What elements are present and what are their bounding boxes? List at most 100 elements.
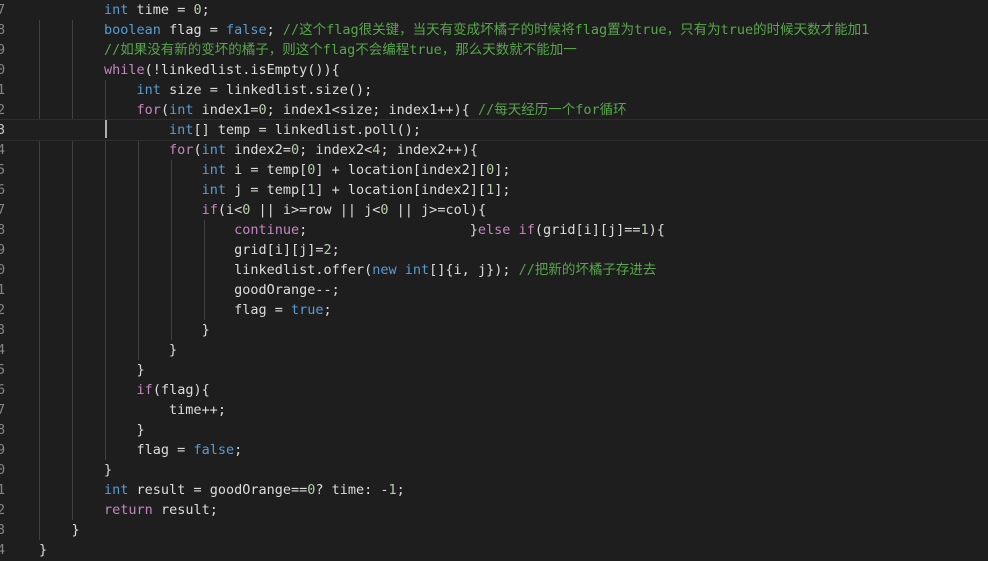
code-token: int xyxy=(169,102,194,118)
code-token: if xyxy=(136,382,153,398)
code-text: //如果没有新的变坏的橘子，则这个flag不会编程true，那么天数就不能加一 xyxy=(39,40,577,60)
code-line[interactable]: 7 if(i<0 || i>=row || j<0 || j>=col){ xyxy=(0,200,988,220)
code-line[interactable]: 9 //如果没有新的变坏的橘子，则这个flag不会编程true，那么天数就不能加… xyxy=(0,40,988,60)
code-token: ]; xyxy=(494,182,511,198)
code-token: boolean xyxy=(104,22,161,38)
code-line[interactable]: 4 } xyxy=(0,340,988,360)
code-line[interactable]: 3 } xyxy=(0,520,988,540)
code-line[interactable]: 9 flag = false; xyxy=(0,440,988,460)
code-token: ? time: - xyxy=(315,482,389,498)
line-number: 5 xyxy=(0,162,6,178)
code-editor[interactable]: 7 int time = 0; 8 boolean flag = false; /… xyxy=(0,0,988,561)
code-line[interactable]: 5 } xyxy=(0,360,988,380)
code-token: size = linkedlist.size(); xyxy=(160,82,373,98)
code-token: time = xyxy=(128,2,194,18)
line-number: 1 xyxy=(0,482,6,498)
code-line[interactable]: 3 } xyxy=(0,320,988,340)
code-token: for xyxy=(136,102,161,118)
code-line[interactable]: 8 boolean flag = false; //这个flag很关键，当天有变… xyxy=(0,20,988,40)
code-line[interactable]: 2 flag = true; xyxy=(0,300,988,320)
code-token: } xyxy=(169,342,178,358)
code-token: int xyxy=(104,482,129,498)
code-token: 0 xyxy=(258,102,267,118)
code-token: ( xyxy=(193,142,202,158)
line-number: 9 xyxy=(0,42,6,58)
code-token: continue xyxy=(234,222,300,238)
code-text: continue; }else if(grid[i][j]==1){ xyxy=(39,220,665,240)
code-token: ] + location[index2][ xyxy=(315,182,487,198)
line-number: 7 xyxy=(0,2,6,18)
code-token: } xyxy=(71,522,80,538)
line-number: 2 xyxy=(0,302,6,318)
code-text: for(int index2=0; index2<4; index2++){ xyxy=(39,140,478,160)
code-token: (grid[i][j]== xyxy=(534,222,641,238)
code-token: result = goodOrange== xyxy=(128,482,308,498)
code-line[interactable]: 2 return result; xyxy=(0,500,988,520)
code-token: return xyxy=(104,502,153,518)
code-token: ; xyxy=(201,2,210,18)
code-text: int result = goodOrange==0? time: -1; xyxy=(39,480,405,500)
code-line[interactable]: 6 if(flag){ xyxy=(0,380,988,400)
code-text: return result; xyxy=(39,500,218,520)
code-token: j = temp[ xyxy=(225,182,308,198)
code-line[interactable]: 7 int time = 0; xyxy=(0,0,988,20)
line-number: 2 xyxy=(0,102,6,118)
code-text: } xyxy=(39,520,80,540)
code-token: i = temp[ xyxy=(225,162,308,178)
code-line[interactable]: 4 for(int index2=0; index2<4; index2++){ xyxy=(0,140,988,160)
line-number: 6 xyxy=(0,382,6,398)
line-number: 0 xyxy=(0,462,6,478)
code-token: 1 xyxy=(486,182,495,198)
line-number: 4 xyxy=(0,142,6,158)
code-token: } xyxy=(104,462,113,478)
code-token: } xyxy=(39,542,48,558)
code-token: false xyxy=(193,442,235,458)
code-text: time++; xyxy=(39,400,226,420)
code-text: goodOrange--; xyxy=(39,280,340,300)
line-number: 7 xyxy=(0,402,6,418)
text-cursor xyxy=(105,120,107,138)
code-line[interactable]: 8 continue; }else if(grid[i][j]==1){ xyxy=(0,220,988,240)
code-token: ; index1<size; index1++){ xyxy=(266,102,478,118)
code-line[interactable]: 2 for(int index1=0; index1<size; index1+… xyxy=(0,100,988,120)
code-comment: //如果没有新的变坏的橘子，则这个flag不会编程true，那么天数就不能加一 xyxy=(104,42,577,58)
code-text: grid[i][j]=2; xyxy=(39,240,340,260)
line-number: 8 xyxy=(0,422,6,438)
code-token: for xyxy=(169,142,194,158)
code-line[interactable]: 5 int i = temp[0] + location[index2][0]; xyxy=(0,160,988,180)
code-line[interactable]: 1 int result = goodOrange==0? time: -1; xyxy=(0,480,988,500)
code-token: else xyxy=(477,222,511,238)
code-text: int[] temp = linkedlist.poll(); xyxy=(39,120,421,140)
code-line[interactable]: 9 grid[i][j]=2; xyxy=(0,240,988,260)
code-token: int xyxy=(404,262,430,278)
code-token: ( xyxy=(160,102,170,118)
code-line[interactable]: 3 int[] temp = linkedlist.poll(); xyxy=(0,119,988,141)
code-text: if(i<0 || i>=row || j<0 || j>=col){ xyxy=(39,200,487,220)
code-line[interactable]: 4} xyxy=(0,540,988,560)
code-line[interactable]: 1 int size = linkedlist.size(); xyxy=(0,80,988,100)
code-line[interactable]: 7 time++; xyxy=(0,400,988,420)
code-text: linkedlist.offer(new int[]{i, j}); //把新的… xyxy=(39,260,656,280)
code-line[interactable]: 8 } xyxy=(0,420,988,440)
code-line[interactable]: 6 int j = temp[1] + location[index2][1]; xyxy=(0,180,988,200)
line-number: 7 xyxy=(0,202,6,218)
code-line[interactable]: 1 goodOrange--; xyxy=(0,280,988,300)
code-token: ]; xyxy=(494,162,511,178)
code-line[interactable]: 0 linkedlist.offer(new int[]{i, j}); //把… xyxy=(0,260,988,280)
code-line[interactable]: 0 } xyxy=(0,460,988,480)
code-line[interactable]: 0 while(!linkedlist.isEmpty()){ xyxy=(0,60,988,80)
code-token: true xyxy=(290,302,324,318)
code-text: int j = temp[1] + location[index2][1]; xyxy=(39,180,511,200)
